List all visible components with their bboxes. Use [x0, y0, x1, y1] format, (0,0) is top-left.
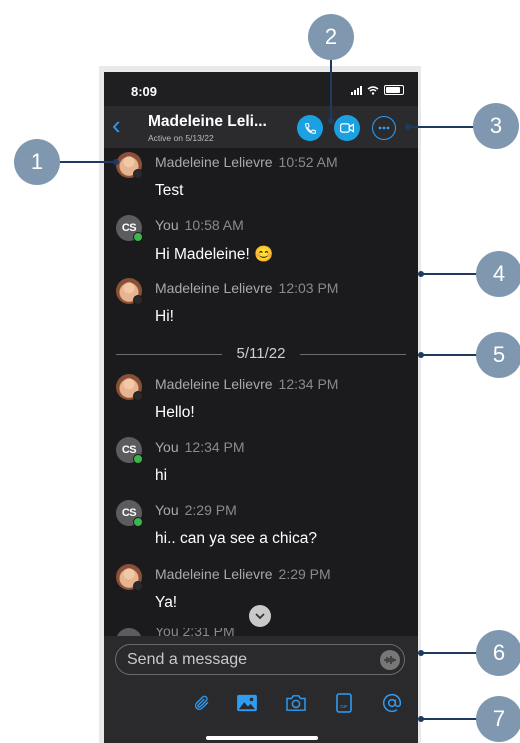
video-camera-icon [340, 123, 354, 133]
message-text: hi.. can ya see a chica? [155, 530, 317, 547]
callout-dot [418, 352, 424, 358]
status-bar: 8:09 [104, 72, 418, 106]
message-sender: Madeleine Lelievre [155, 280, 273, 296]
chat-header: ‹ Madeleine Leli... Active on 5/13/22 [104, 106, 418, 148]
status-icons [351, 85, 404, 95]
video-call-button[interactable] [334, 115, 360, 141]
status-time: 8:09 [131, 84, 158, 99]
callout-line [60, 161, 116, 163]
avatar[interactable]: CS [116, 215, 143, 242]
wifi-icon [367, 85, 379, 95]
message-sender: You [155, 217, 179, 233]
callout-line [421, 718, 477, 720]
attach-button[interactable] [190, 691, 214, 715]
message-time: 10:52 AM [278, 154, 338, 170]
message-text: Ya! [155, 594, 178, 611]
call-button[interactable] [297, 115, 323, 141]
avatar[interactable]: CS [116, 437, 143, 464]
message-text: hi [155, 467, 168, 484]
gif-icon: GIF [336, 693, 352, 713]
at-mention-icon [382, 693, 402, 713]
contact-name[interactable]: Madeleine Leli... [148, 113, 267, 131]
callout-line [421, 652, 477, 654]
avatar[interactable]: CS [116, 500, 143, 527]
message-time: 12:03 PM [278, 280, 339, 296]
callout-dot [418, 716, 424, 722]
callout-badge: 3 [473, 103, 519, 149]
avatar[interactable] [116, 278, 143, 305]
message-time: 12:34 PM [278, 376, 339, 392]
contact-activity: Active on 5/13/22 [148, 133, 214, 143]
gif-button[interactable]: GIF [332, 691, 356, 715]
message-input-container[interactable] [115, 644, 405, 675]
phone-icon [304, 122, 316, 134]
signal-icon [351, 85, 362, 95]
camera-icon [286, 695, 306, 711]
phone-screen: 8:09 ‹ Madeleine Leli... Active on 5/13/… [104, 72, 418, 743]
callout-dot [113, 159, 119, 165]
callout-dot [405, 124, 411, 130]
callout-badge: 2 [308, 14, 354, 60]
image-button[interactable] [235, 691, 259, 715]
callout-badge: 7 [476, 696, 520, 742]
message-sender: Madeleine Lelievre [155, 154, 273, 170]
callout-line [330, 60, 332, 122]
message-input[interactable] [127, 645, 367, 674]
callout-badge: 5 [476, 332, 520, 378]
voice-message-button[interactable] [380, 650, 400, 670]
avatar[interactable] [116, 374, 143, 401]
divider-line [300, 354, 406, 355]
audio-waveform-icon [384, 656, 396, 664]
message-time: 2:29 PM [184, 502, 237, 518]
callout-line [408, 126, 474, 128]
callout-badge: 1 [14, 139, 60, 185]
message-sender: You [155, 502, 179, 518]
svg-text:GIF: GIF [340, 704, 348, 709]
ellipsis-icon [378, 126, 390, 130]
message-time: 2:29 PM [278, 566, 331, 582]
mention-button[interactable] [380, 691, 404, 715]
avatar[interactable] [116, 564, 143, 591]
callout-dot [418, 271, 424, 277]
callout-dot [328, 118, 334, 124]
message-sender: Madeleine Lelievre [155, 376, 273, 392]
date-divider: 5/11/22 [116, 344, 406, 364]
callout-badge: 4 [476, 251, 520, 297]
image-icon [237, 694, 257, 712]
callout-badge: 6 [476, 630, 520, 676]
composer-toolbar: GIF [104, 691, 418, 721]
paperclip-icon [195, 695, 209, 710]
callout-dot [418, 650, 424, 656]
more-options-button[interactable] [372, 116, 396, 140]
message-sender: You [155, 439, 179, 455]
message-time: 12:34 PM [184, 439, 245, 455]
battery-icon [384, 85, 404, 95]
home-indicator [206, 736, 318, 740]
chevron-down-icon [255, 612, 265, 619]
composer: GIF [104, 636, 418, 743]
chevron-left-icon[interactable]: ‹ [112, 110, 121, 140]
message-sender: Madeleine Lelievre [155, 566, 273, 582]
camera-button[interactable] [284, 691, 308, 715]
message-text: Hi! [155, 308, 174, 325]
message-text: Hi Madeleine! 😊 [155, 246, 274, 263]
message-text: Hello! [155, 404, 195, 421]
avatar[interactable] [116, 152, 143, 179]
message-time: 10:58 AM [184, 217, 244, 233]
callout-line [421, 354, 477, 356]
scroll-down-button[interactable] [249, 605, 271, 627]
callout-line [421, 273, 477, 275]
message-text: Test [155, 182, 184, 199]
